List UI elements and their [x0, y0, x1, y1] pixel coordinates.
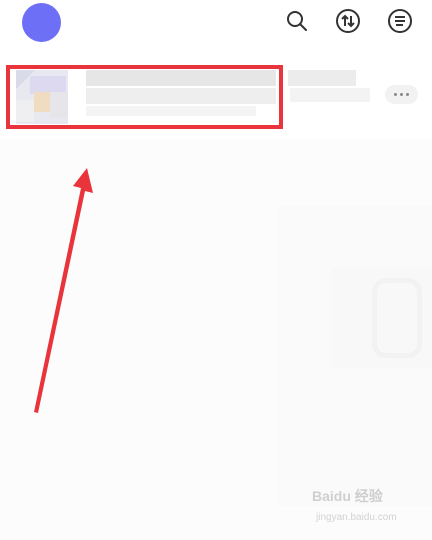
search-icon: [287, 11, 307, 31]
faded-shape: [372, 278, 422, 358]
watermark-url: jingyan.baidu.com: [316, 512, 397, 523]
more-dot: [406, 93, 409, 96]
more-button[interactable]: [385, 85, 418, 104]
item-side-blurred-2: [290, 88, 370, 102]
more-dot: [400, 93, 403, 96]
highlight-box: [6, 65, 283, 129]
content-area: [0, 138, 432, 540]
more-dot: [394, 93, 397, 96]
watermark-logo: Baidu 经验: [312, 488, 383, 504]
sync-button[interactable]: [335, 8, 361, 34]
menu-icon: [388, 9, 412, 33]
search-button[interactable]: [284, 8, 310, 34]
top-bar: [0, 0, 432, 48]
watermark: Baidu 经验 jingyan.baidu.com: [312, 486, 422, 530]
item-side-blurred: [288, 70, 356, 86]
sync-icon: [336, 9, 360, 33]
avatar[interactable]: [22, 3, 61, 42]
menu-button[interactable]: [387, 8, 413, 34]
